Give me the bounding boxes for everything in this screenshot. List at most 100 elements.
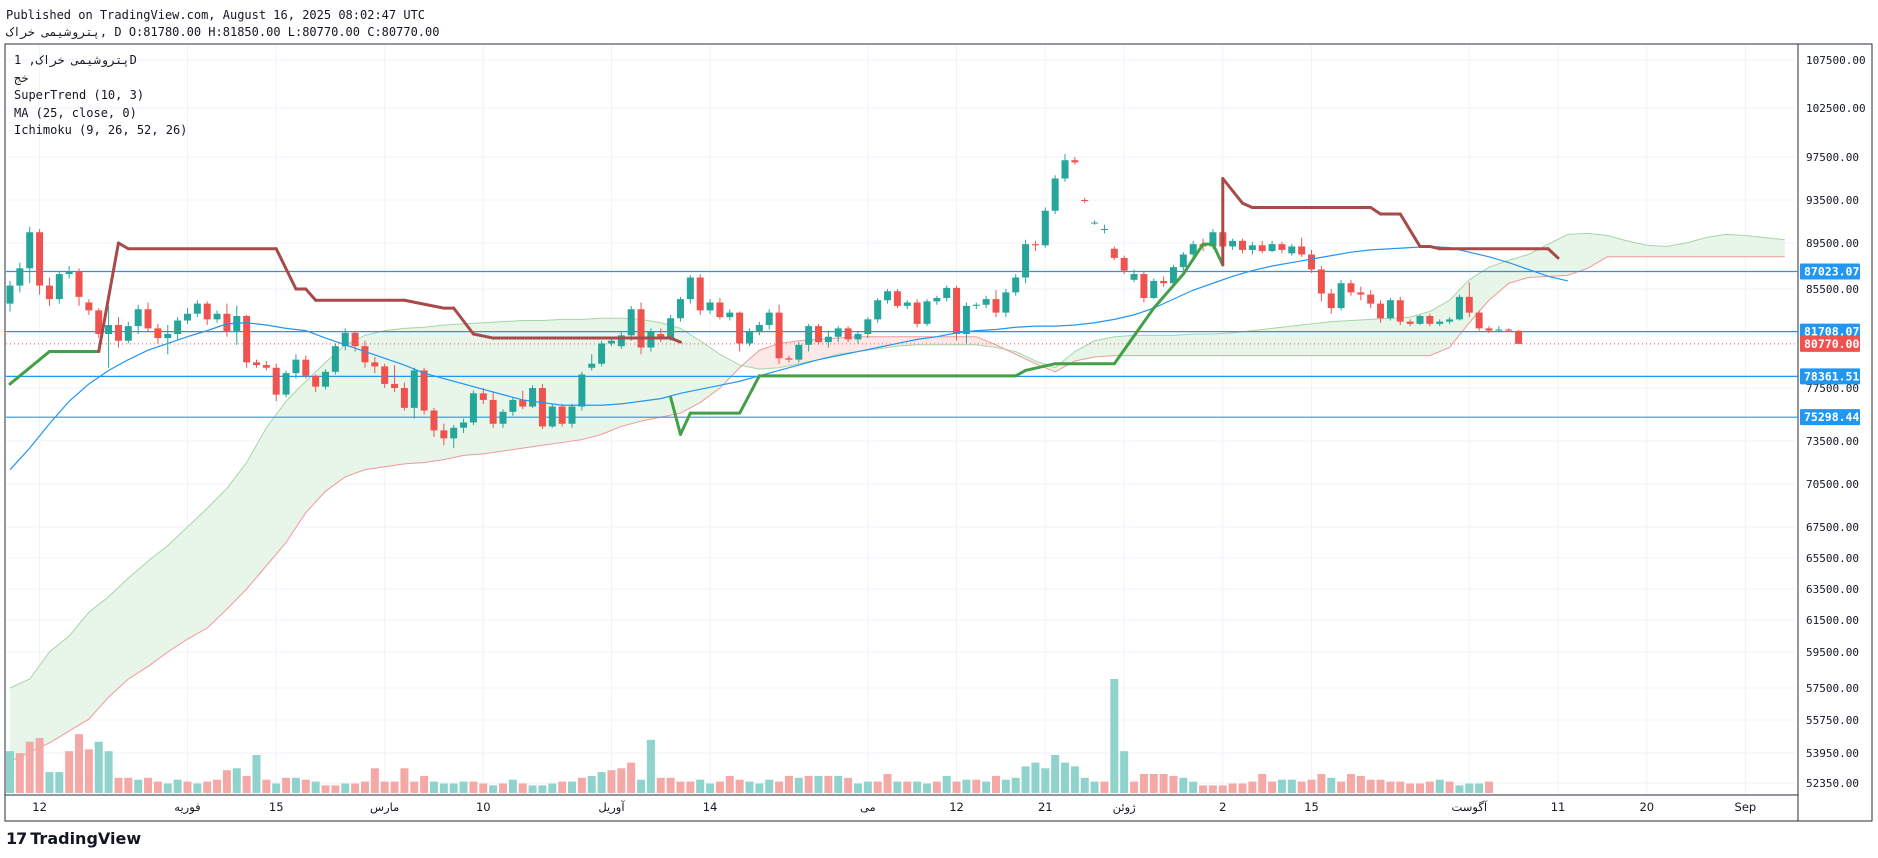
candle-body (1505, 329, 1513, 331)
candle-body (992, 299, 1000, 313)
price-tick-label: 85500.00 (1806, 283, 1859, 296)
candle-body (361, 346, 369, 363)
volume-bar (55, 772, 64, 793)
price-line-label-0: 87023.07 (1804, 264, 1859, 278)
volume-bar (222, 770, 231, 793)
price-chart[interactable]: 107500.00 102500.00 97500.00 93500.00 89500.… (0, 0, 1878, 858)
volume-bars (6, 679, 1493, 793)
legend-ichimoku[interactable]: Ichimoku (9, 26, 52, 26) (14, 122, 187, 140)
volume-bar (1386, 781, 1395, 793)
candle-body (667, 318, 675, 339)
candle-body (1120, 257, 1128, 271)
time-tick-label: Sep (1735, 800, 1757, 814)
candle-body (785, 358, 793, 360)
candle-body (1071, 160, 1079, 163)
volume-bar (893, 781, 902, 793)
volume-bar (400, 768, 409, 793)
candle-body (1406, 321, 1414, 324)
volume-bar (65, 751, 74, 793)
candle-body (1386, 300, 1394, 319)
volume-bar (459, 781, 468, 793)
candle-body (1031, 244, 1039, 246)
volume-bar (370, 768, 379, 793)
volume-bar (1100, 781, 1109, 793)
candle-body (607, 340, 615, 344)
price-tick-label: 61500.00 (1806, 614, 1859, 627)
volume-bar (932, 781, 941, 793)
legend-symbol[interactable]: پتروشیمی خراک, 1D (14, 52, 187, 70)
candle-body (1337, 283, 1345, 309)
volume-bar (124, 777, 133, 793)
candle-body (578, 374, 586, 407)
volume-bar (45, 772, 54, 793)
volume-bar (863, 781, 872, 793)
volume-bar (715, 781, 724, 793)
candle-body (1041, 210, 1049, 246)
candle-body (292, 359, 300, 374)
volume-bar (1011, 777, 1020, 793)
candle-body (834, 328, 842, 337)
candle-body (775, 312, 783, 359)
volume-bar (1268, 781, 1277, 793)
candle-body (1051, 178, 1059, 211)
candle-body (548, 406, 556, 427)
volume-bar (1465, 783, 1474, 793)
candle-body (1416, 316, 1424, 324)
volume-bar (548, 783, 557, 793)
volume-bar (410, 781, 419, 793)
price-tick-label: 73500.00 (1806, 435, 1859, 448)
time-axis[interactable]: 12 فوریه 15 مارس 10 آوریل 14 می 12 21 ژوئن 2 15 آگوست… (32, 800, 1756, 815)
candle-body (440, 430, 448, 439)
candle-body (1495, 329, 1503, 331)
time-tick-label: 15 (269, 800, 284, 814)
candle-body (509, 399, 517, 412)
chart-legend: پتروشیمی خراک, 1D خج SuperTrend (10, 3) … (14, 52, 187, 140)
volume-bar (696, 779, 705, 793)
candle-body (282, 373, 290, 395)
legend-ma[interactable]: MA (25, close, 0) (14, 105, 187, 123)
candle-body (538, 388, 546, 427)
candle-body (371, 362, 379, 367)
candle-body (430, 410, 438, 431)
candle-body (45, 285, 53, 300)
candle-body (637, 309, 645, 348)
candle-body (913, 302, 921, 324)
last-price-label: 80770.00 (1804, 337, 1859, 351)
candle-body (1229, 240, 1237, 247)
candle-body (1515, 330, 1523, 344)
candle-body (1308, 254, 1316, 270)
candle-body (558, 406, 566, 424)
volume-bar (804, 775, 813, 793)
volume-bar (745, 781, 754, 793)
candle-body (854, 334, 862, 340)
volume-bar (794, 777, 803, 793)
legend-supertrend[interactable]: SuperTrend (10, 3) (14, 87, 187, 105)
volume-bar (1346, 774, 1355, 793)
volume-bar (1001, 779, 1010, 793)
candle-body (381, 366, 389, 384)
time-tick-label: مارس (370, 800, 399, 815)
candle-body (183, 313, 191, 321)
candle-body (331, 346, 339, 372)
volume-bar (311, 781, 320, 793)
candle-body (1347, 283, 1355, 293)
volume-bar (272, 783, 281, 793)
candle-body (262, 365, 270, 368)
volume-bar (922, 783, 931, 793)
candle-body (85, 302, 93, 311)
price-tick-label: 67500.00 (1806, 521, 1859, 534)
tradingview-logo[interactable]: 17 TradingView (6, 829, 141, 848)
candle-body (805, 326, 813, 345)
volume-bar (992, 775, 1000, 793)
price-tick-label: 59500.00 (1806, 646, 1859, 659)
candle-body (351, 332, 359, 347)
supertrend-segment (678, 411, 692, 436)
volume-bar (262, 779, 271, 793)
horizontal-price-lines (6, 270, 1798, 418)
volume-bar (469, 781, 478, 793)
candle-body (144, 309, 152, 329)
candle-body (460, 422, 468, 428)
price-line-label-3: 75298.44 (1804, 410, 1859, 424)
time-tick-label: 20 (1639, 800, 1654, 814)
volume-bar (429, 781, 438, 793)
